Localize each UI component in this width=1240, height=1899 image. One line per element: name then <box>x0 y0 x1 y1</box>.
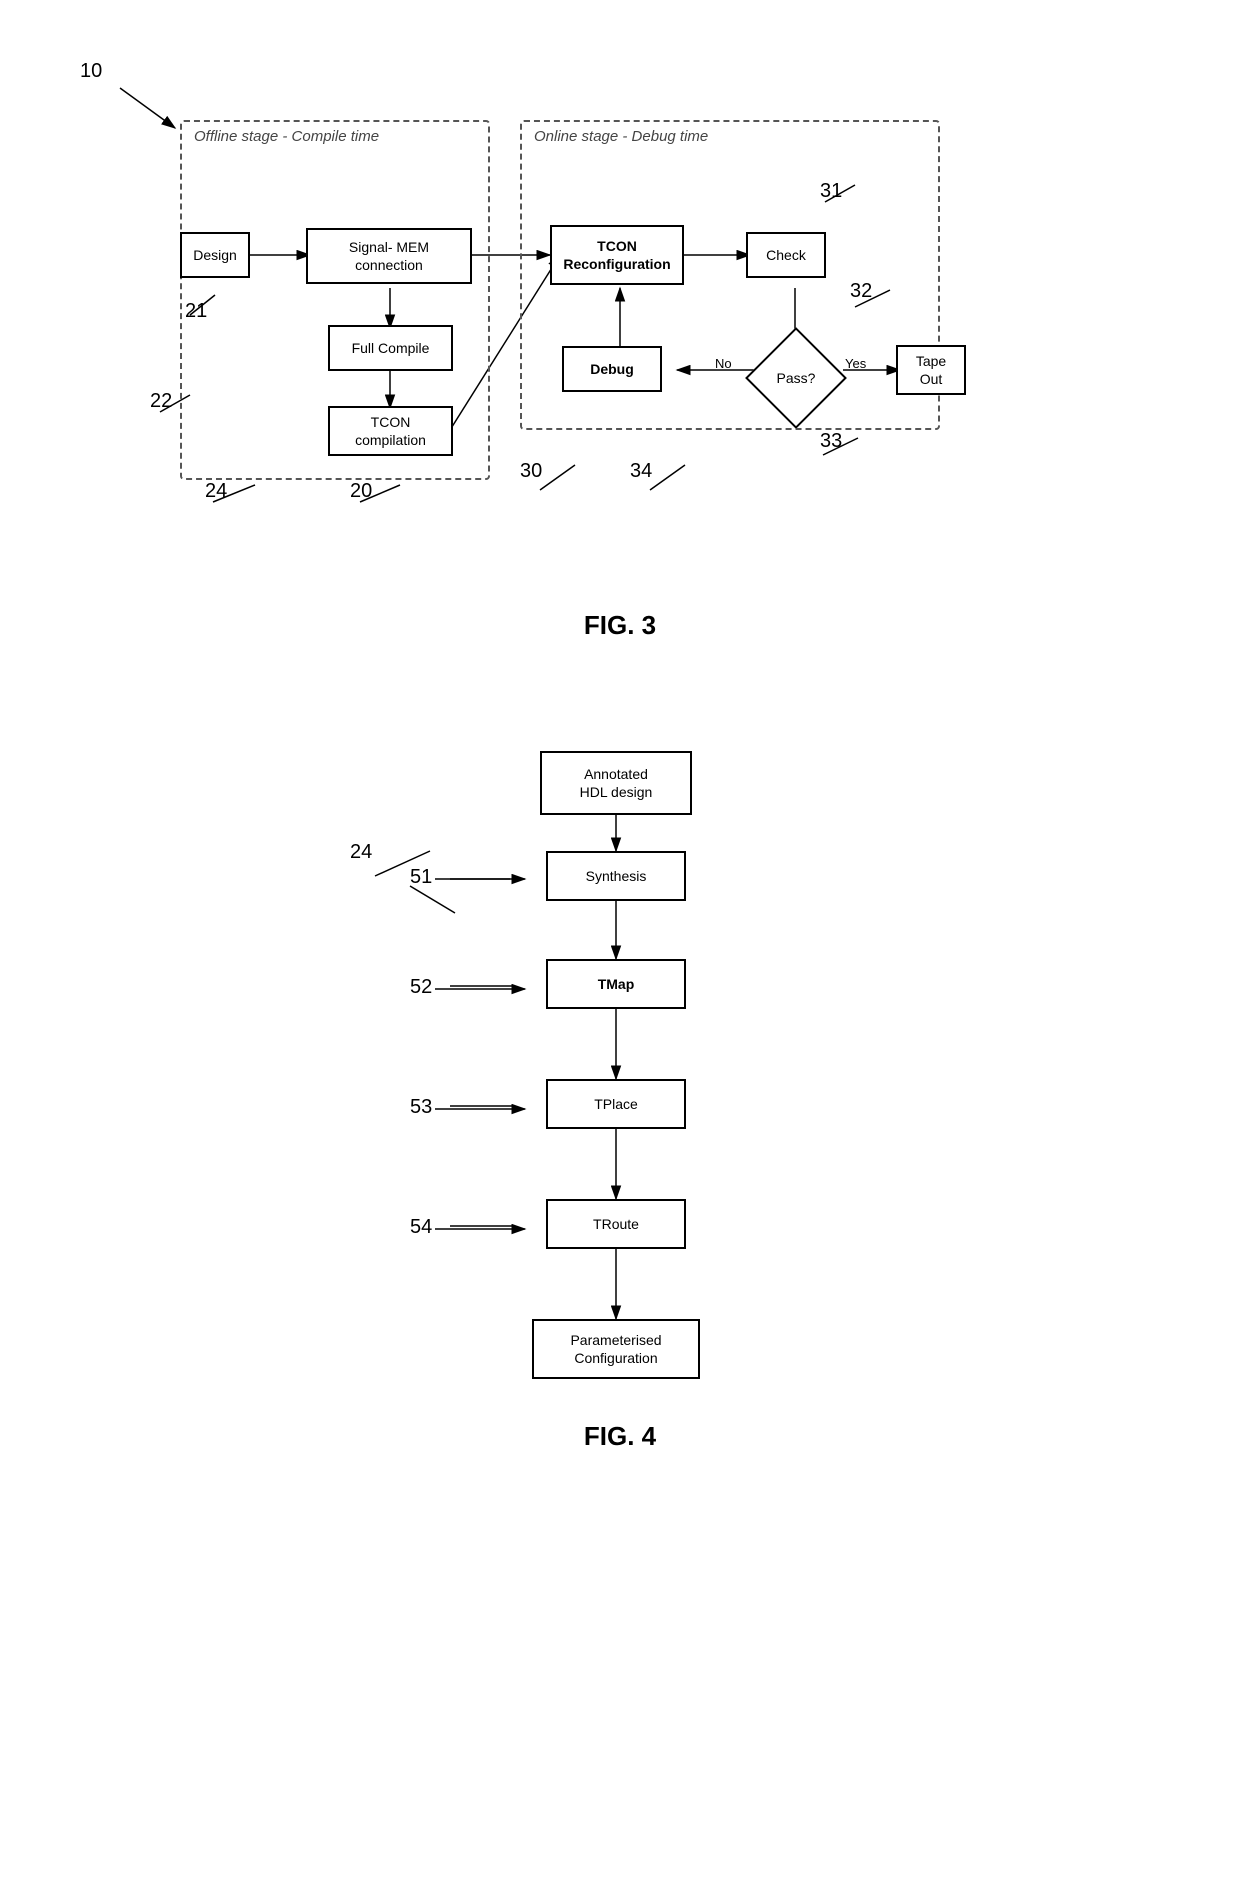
fig4-ref53-arrow <box>435 1101 555 1121</box>
param-config-box: Parameterised Configuration <box>532 1319 700 1379</box>
annotated-hdl-box: Annotated HDL design <box>540 751 692 815</box>
pass-diamond-container: Pass? <box>760 342 832 414</box>
signal-mem-box: Signal- MEM connection <box>306 228 472 284</box>
ref-32: 32 <box>850 280 872 303</box>
synthesis-box: Synthesis <box>546 851 686 901</box>
tcon-compilation-box: TCON compilation <box>328 406 453 456</box>
design-box: Design <box>180 232 250 278</box>
fig4-ref-54: 54 <box>410 1216 432 1239</box>
fig4-arrows-svg <box>60 701 1180 1601</box>
troute-box: TRoute <box>546 1199 686 1249</box>
fig4-ref54-arrow <box>435 1221 555 1241</box>
online-stage-label: Online stage - Debug time <box>534 128 708 145</box>
fig4-ref-24: 24 <box>350 841 372 864</box>
ref-30: 30 <box>520 460 542 483</box>
no-label: No <box>715 356 732 371</box>
ref-34: 34 <box>630 460 652 483</box>
tplace-box: TPlace <box>546 1079 686 1129</box>
offline-stage-label: Offline stage - Compile time <box>194 128 379 145</box>
yes-label: Yes <box>845 356 866 371</box>
fig4-diagram: Annotated HDL design Synthesis TMap TPla… <box>60 701 1180 1601</box>
ref-10: 10 <box>80 60 102 83</box>
ref-33: 33 <box>820 430 842 453</box>
pass-diamond <box>745 327 847 429</box>
tcon-reconfig-box: TCON Reconfiguration <box>550 225 684 285</box>
fig4-ref-52: 52 <box>410 976 432 999</box>
page: 10 <box>0 0 1240 1899</box>
ref-20: 20 <box>350 480 372 503</box>
ref-21: 21 <box>185 300 207 323</box>
ref-24: 24 <box>205 480 227 503</box>
fig4-ref52-arrow <box>435 981 555 1001</box>
fig4-ref-53: 53 <box>410 1096 432 1119</box>
tape-out-box: Tape Out <box>896 345 966 395</box>
debug-box: Debug <box>562 346 662 392</box>
ref-22: 22 <box>150 390 172 413</box>
tmap-box: TMap <box>546 959 686 1009</box>
ref-31: 31 <box>820 180 842 203</box>
fig4-ref51-arrow <box>435 871 555 891</box>
check-box: Check <box>746 232 826 278</box>
full-compile-box: Full Compile <box>328 325 453 371</box>
fig3-diagram: 10 <box>60 60 1180 620</box>
fig4-ref-51: 51 <box>410 866 432 889</box>
